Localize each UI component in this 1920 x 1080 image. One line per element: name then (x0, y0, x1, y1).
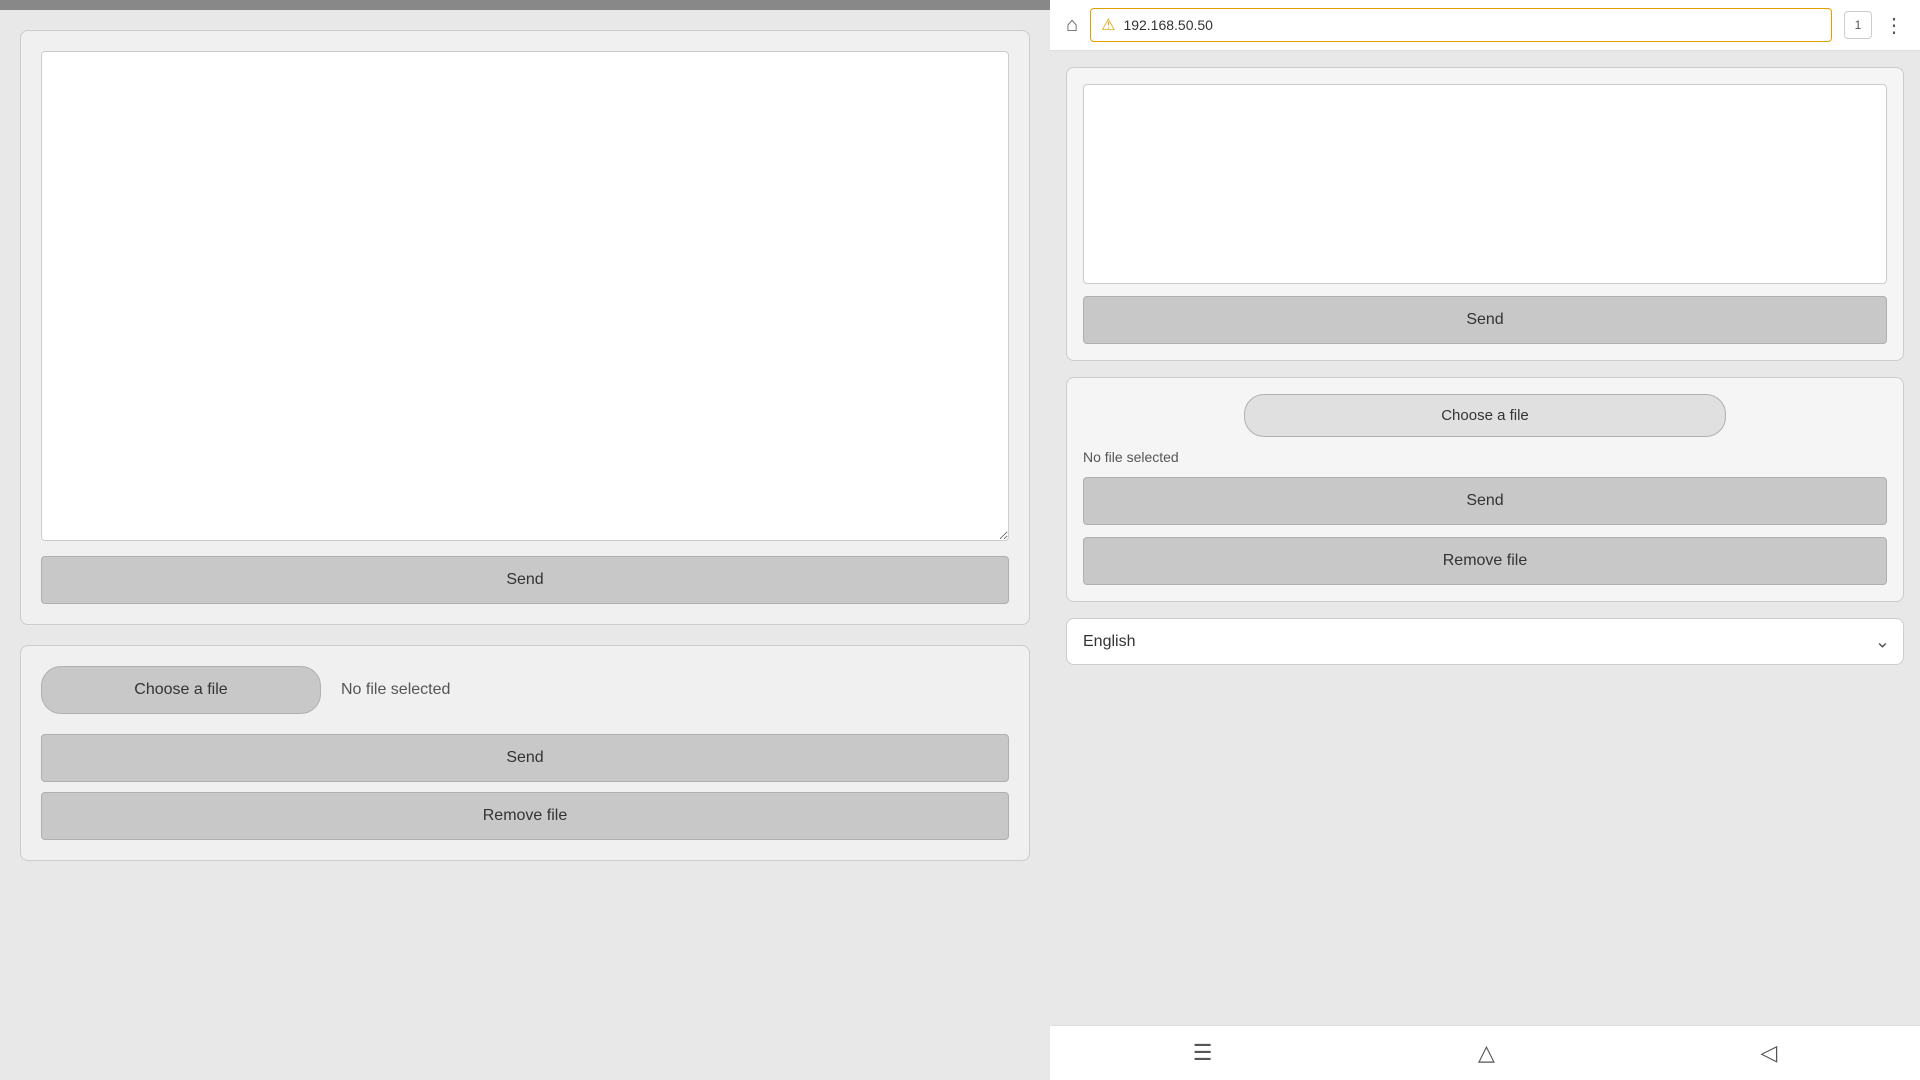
mobile-bottom-bar: ☰ △ ◁ (1050, 1025, 1920, 1080)
mobile-remove-file-button[interactable]: Remove file (1083, 537, 1887, 585)
left-content: Send Choose a file No file selected Send… (0, 10, 1050, 1080)
language-select-wrapper: English Spanish French German Chinese ⌄ (1066, 618, 1904, 665)
file-row: Choose a file No file selected (41, 666, 1009, 714)
more-menu-icon[interactable]: ⋮ (1884, 13, 1904, 38)
mobile-message-textarea[interactable] (1083, 84, 1887, 284)
tab-count-icon[interactable]: 1 (1844, 11, 1872, 39)
mobile-no-file-label: No file selected (1083, 449, 1887, 465)
nav-menu-icon[interactable]: ☰ (1193, 1040, 1213, 1066)
message-textarea[interactable] (41, 51, 1009, 541)
no-file-label-left: No file selected (341, 681, 450, 699)
language-select[interactable]: English Spanish French German Chinese (1066, 618, 1904, 665)
address-bar[interactable]: ⚠ 192.168.50.50 (1090, 8, 1832, 42)
browser-bar (0, 0, 1050, 10)
choose-file-button-left[interactable]: Choose a file (41, 666, 321, 714)
mobile-choose-file-button[interactable]: Choose a file (1244, 394, 1726, 437)
right-panel: ⌂ ⚠ 192.168.50.50 1 ⋮ Send Choose a file… (1050, 0, 1920, 1080)
mobile-browser-bar: ⌂ ⚠ 192.168.50.50 1 ⋮ (1050, 0, 1920, 51)
home-icon[interactable]: ⌂ (1066, 14, 1078, 37)
file-card-left: Choose a file No file selected Send Remo… (20, 645, 1030, 861)
mobile-send-file-button[interactable]: Send (1083, 477, 1887, 525)
text-card: Send (20, 30, 1030, 625)
nav-home-icon[interactable]: △ (1478, 1040, 1495, 1066)
address-text: 192.168.50.50 (1123, 17, 1213, 33)
mobile-file-card: Choose a file No file selected Send Remo… (1066, 377, 1904, 602)
warning-icon: ⚠ (1101, 15, 1115, 35)
left-panel: Send Choose a file No file selected Send… (0, 0, 1050, 1080)
nav-back-icon[interactable]: ◁ (1760, 1040, 1777, 1066)
mobile-send-button[interactable]: Send (1083, 296, 1887, 344)
send-file-button-left[interactable]: Send (41, 734, 1009, 782)
mobile-text-card: Send (1066, 67, 1904, 361)
mobile-content: Send Choose a file No file selected Send… (1050, 51, 1920, 1025)
remove-file-button-left[interactable]: Remove file (41, 792, 1009, 840)
send-button-left[interactable]: Send (41, 556, 1009, 604)
